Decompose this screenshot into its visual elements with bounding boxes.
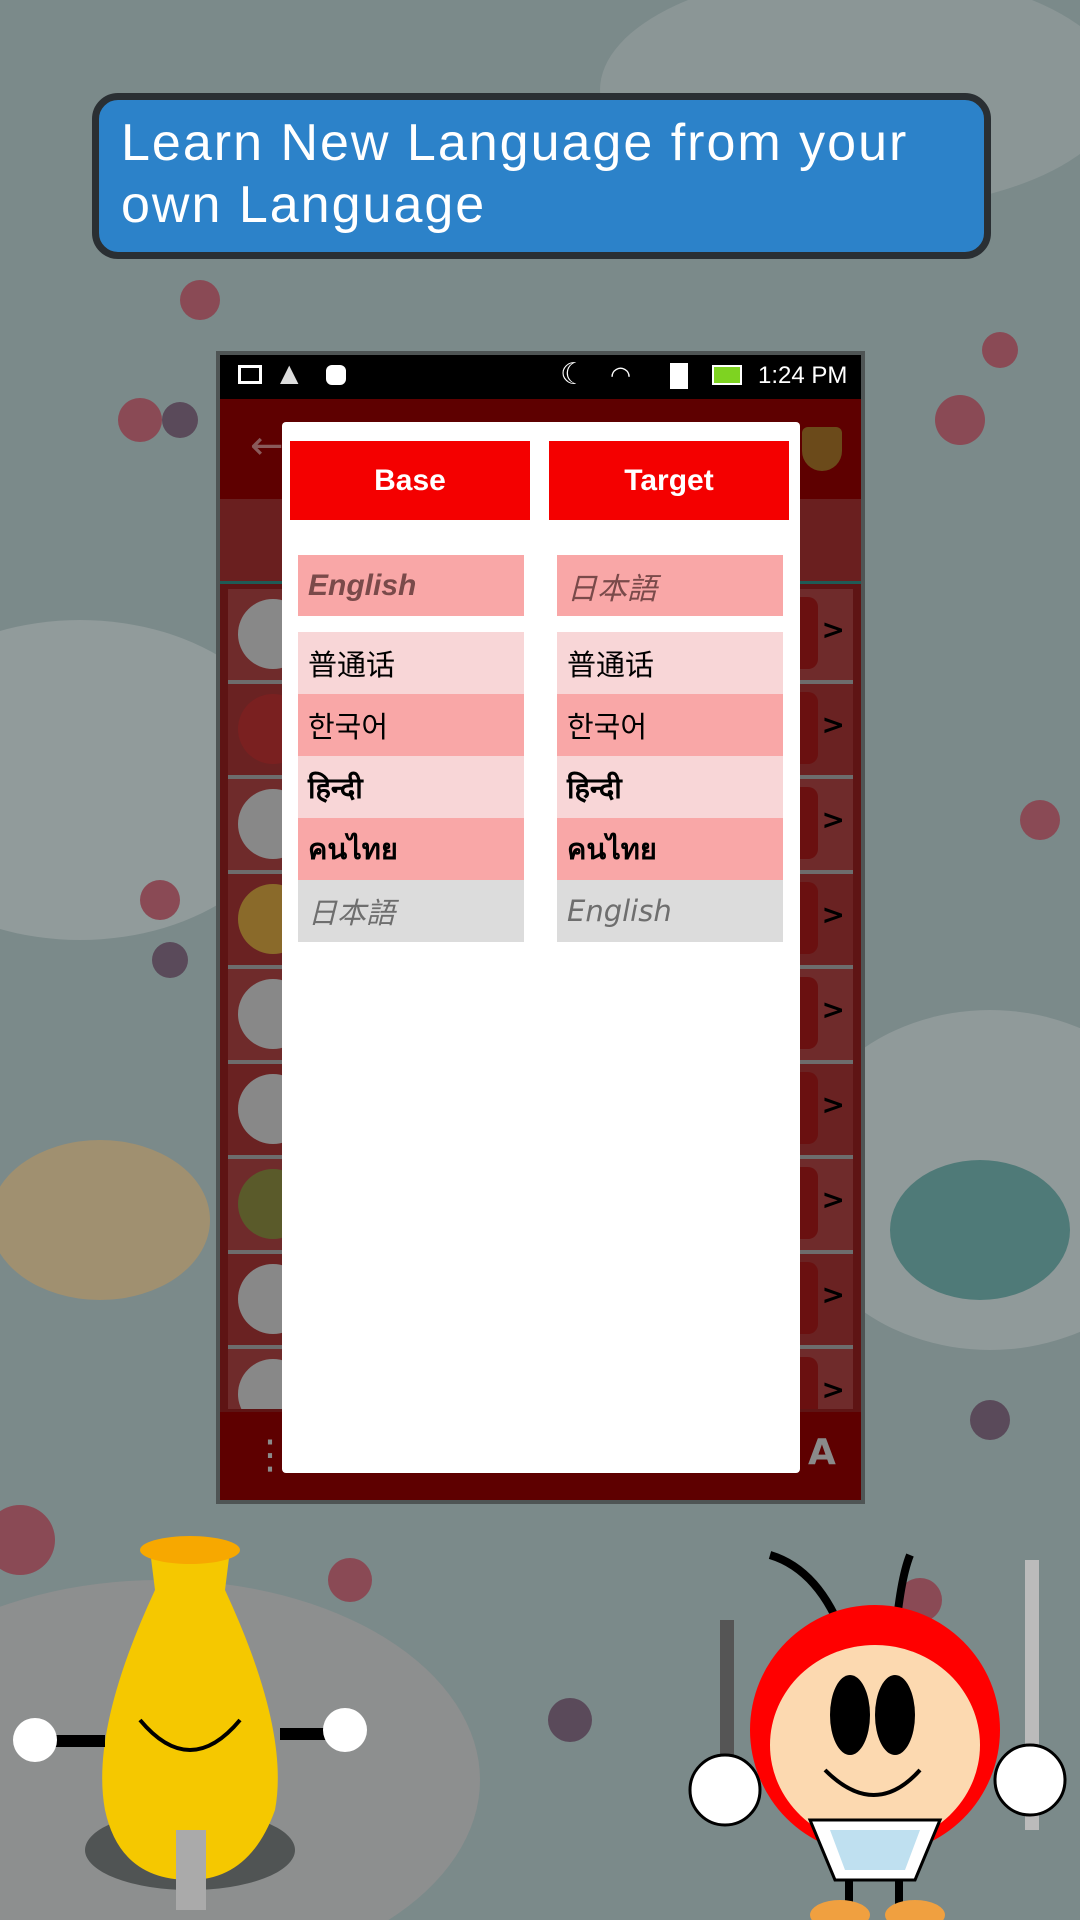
base-selected-language[interactable]: English <box>298 555 524 616</box>
base-header-button[interactable]: Base <box>290 441 530 520</box>
target-option[interactable]: 普通话 <box>557 632 783 694</box>
moon-icon: ☾ <box>560 357 587 392</box>
language-picker-dialog: Base Target English 普通话 한국어 हिन्दी คนไทย… <box>282 422 800 1473</box>
vase-mascot-illustration <box>13 1536 367 1910</box>
base-option[interactable]: 普通话 <box>298 632 524 694</box>
base-option-disabled: 日本語 <box>298 880 524 942</box>
target-option-disabled: English <box>557 880 783 942</box>
target-option[interactable]: 한국어 <box>557 694 783 756</box>
android-icon <box>326 365 346 385</box>
status-bar: ▲ ☾ ◠ 1:24 PM <box>220 355 861 399</box>
bug-mascot-illustration <box>688 1551 1067 1920</box>
base-option[interactable]: คนไทย <box>298 818 524 880</box>
app-logo-icon <box>802 427 842 471</box>
base-option[interactable]: हिन्दी <box>298 756 524 818</box>
target-language-column: 日本語 普通话 한국어 हिन्दी คนไทย English <box>557 555 783 942</box>
sd-card-icon <box>670 363 688 389</box>
base-option[interactable]: 한국어 <box>298 694 524 756</box>
target-option[interactable]: हिन्दी <box>557 756 783 818</box>
promo-banner: Learn New Language from your own Languag… <box>92 93 991 259</box>
status-time: 1:24 PM <box>758 362 848 389</box>
banner-text: Learn New Language from your own Languag… <box>121 114 909 234</box>
image-icon <box>238 365 262 384</box>
back-arrow-icon[interactable]: ← <box>250 423 284 469</box>
base-language-column: English 普通话 한국어 हिन्दी คนไทย 日本語 <box>298 555 524 942</box>
target-selected-language[interactable]: 日本語 <box>557 555 783 616</box>
target-header-button[interactable]: Target <box>549 441 789 520</box>
translate-icon[interactable]: A <box>808 1432 836 1473</box>
warning-icon: ▲ <box>280 359 299 387</box>
wifi-icon: ◠ <box>610 361 631 389</box>
battery-charging-icon <box>712 365 742 385</box>
target-option[interactable]: คนไทย <box>557 818 783 880</box>
